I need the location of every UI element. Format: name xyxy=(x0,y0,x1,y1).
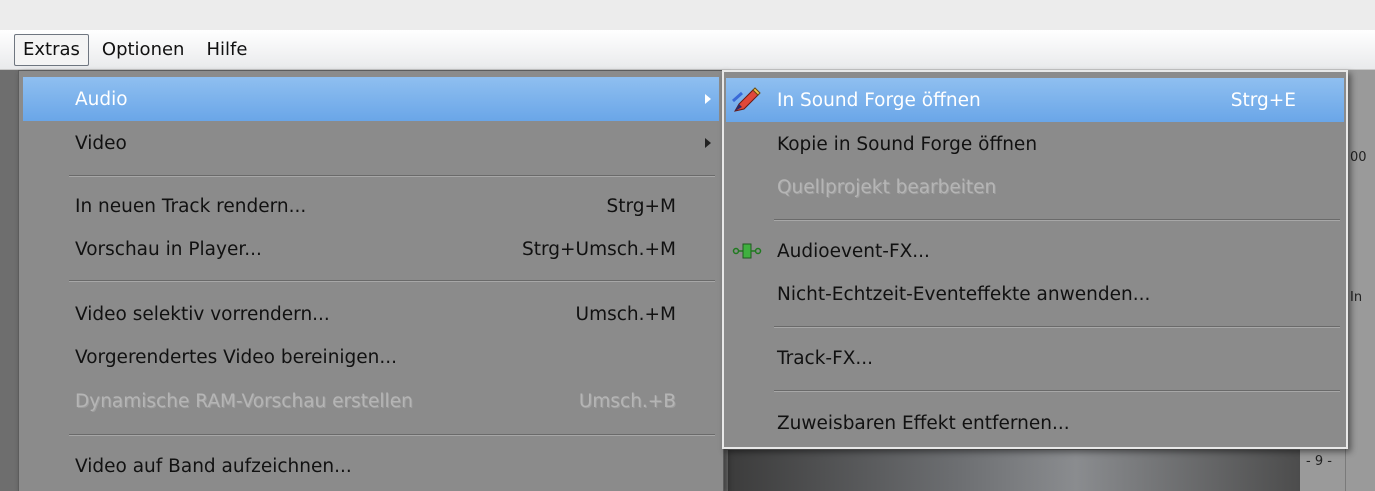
menu-item-remove-assignable-effect[interactable]: Zuweisbaren Effekt entfernen... xyxy=(726,401,1344,445)
menu-item-label: Vorgerendertes Video bereinigen... xyxy=(75,346,398,368)
menu-item-label: Video auf Band aufzeichnen... xyxy=(75,455,352,477)
background-tick-label: In xyxy=(1350,290,1363,305)
menu-item-shortcut: Strg+M xyxy=(606,195,676,217)
menu-item-clean-prerendered[interactable]: Vorgerendertes Video bereinigen... xyxy=(23,335,719,379)
menu-hilfe[interactable]: Hilfe xyxy=(197,34,256,66)
menu-item-label: Nicht-Echtzeit-Eventeffekte anwenden... xyxy=(777,283,1151,305)
menu-item-audio[interactable]: Audio xyxy=(23,77,719,121)
menu-item-shortcut: Strg+E xyxy=(1230,89,1296,111)
menu-item-label: Track-FX... xyxy=(777,347,874,369)
menu-item-label: Video xyxy=(75,132,127,154)
background-timeline-edge: 00 In xyxy=(1345,70,1375,491)
menubar: Extras Optionen Hilfe xyxy=(0,30,1375,70)
menu-item-dynamic-ram-preview[interactable]: Dynamische RAM-Vorschau erstellen Umsch.… xyxy=(23,379,719,423)
menu-item-label: Kopie in Sound Forge öffnen xyxy=(777,133,1038,155)
menu-item-open-copy-in-sound-forge[interactable]: Kopie in Sound Forge öffnen xyxy=(726,122,1344,166)
menu-item-label: In Sound Forge öffnen xyxy=(777,89,981,111)
menu-item-print-to-tape[interactable]: Video auf Band aufzeichnen... xyxy=(23,444,719,488)
menu-separator xyxy=(69,280,715,282)
menu-item-audio-event-fx[interactable]: Audioevent-FX... xyxy=(726,229,1344,273)
menu-item-label: Vorschau in Player... xyxy=(75,238,262,260)
submenu-arrow-icon xyxy=(705,94,711,104)
extras-dropdown-menu: Audio Video In neuen Track rendern... St… xyxy=(18,70,724,491)
menu-optionen[interactable]: Optionen xyxy=(93,34,194,66)
menu-item-video[interactable]: Video xyxy=(23,121,719,165)
audio-submenu: In Sound Forge öffnen Strg+E Kopie in So… xyxy=(722,70,1348,449)
menu-item-render-new-track[interactable]: In neuen Track rendern... Strg+M xyxy=(23,184,719,228)
menu-item-shortcut: Umsch.+M xyxy=(575,303,676,325)
menu-item-label: Quellprojekt bearbeiten xyxy=(777,176,997,198)
sound-forge-pen-icon xyxy=(732,87,762,113)
background-tick-label: 00 xyxy=(1350,150,1367,165)
menu-item-edit-source-project[interactable]: Quellprojekt bearbeiten xyxy=(726,165,1344,209)
background-video-preview xyxy=(728,450,1308,491)
menu-item-label: Zuweisbaren Effekt entfernen... xyxy=(777,412,1070,434)
window-title-strip xyxy=(0,0,1375,30)
menu-item-preview-in-player[interactable]: Vorschau in Player... Strg+Umsch.+M xyxy=(23,227,719,271)
menu-item-apply-non-realtime-effects[interactable]: Nicht-Echtzeit-Eventeffekte anwenden... xyxy=(726,272,1344,316)
menu-item-label: Audioevent-FX... xyxy=(777,240,930,262)
menu-separator xyxy=(774,390,1340,392)
menu-item-shortcut: Umsch.+B xyxy=(578,390,676,412)
menu-extras[interactable]: Extras xyxy=(14,33,89,66)
menu-item-label: In neuen Track rendern... xyxy=(75,195,307,217)
menu-item-track-fx[interactable]: Track-FX... xyxy=(726,336,1344,380)
menu-item-label: Dynamische RAM-Vorschau erstellen xyxy=(75,390,413,412)
menu-item-label: Audio xyxy=(75,88,128,110)
menu-item-label: Video selektiv vorrendern... xyxy=(75,303,330,325)
submenu-arrow-icon xyxy=(705,138,711,148)
menu-separator xyxy=(774,326,1340,328)
audio-fx-plug-icon xyxy=(732,238,762,264)
menu-item-shortcut: Strg+Umsch.+M xyxy=(522,238,676,260)
menu-separator xyxy=(69,434,715,436)
menu-item-open-in-sound-forge[interactable]: In Sound Forge öffnen Strg+E xyxy=(726,78,1344,122)
menu-item-selective-prerender[interactable]: Video selektiv vorrendern... Umsch.+M xyxy=(23,292,719,336)
menu-separator xyxy=(69,175,715,177)
menu-separator xyxy=(774,219,1340,221)
